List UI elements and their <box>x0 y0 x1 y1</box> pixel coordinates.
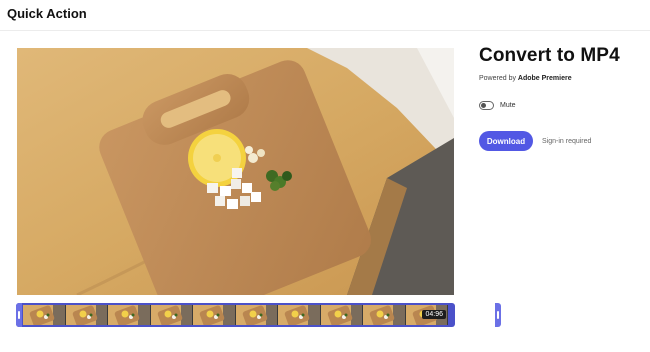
timeline-thumbnail <box>193 305 236 325</box>
powered-by: Powered by Adobe Premiere <box>479 75 644 82</box>
mute-row: Mute <box>479 101 516 110</box>
toggle-knob <box>481 103 486 108</box>
powered-by-prefix: Powered by <box>479 75 518 82</box>
timeline-thumbnail <box>23 305 66 325</box>
timeline-thumbnail <box>150 305 193 325</box>
timeline-thumbnail <box>108 305 151 325</box>
video-frame-image <box>17 48 454 295</box>
mute-toggle[interactable] <box>479 101 494 110</box>
download-row: Download Sign-in required <box>479 131 591 151</box>
timeline-frames <box>23 305 448 325</box>
trim-handle-right[interactable] <box>495 303 501 327</box>
panel-title: Convert to MP4 <box>479 45 620 66</box>
powered-by-brand: Adobe Premiere <box>517 75 572 82</box>
signin-note: Sign-in required <box>542 137 592 145</box>
trim-handle-left[interactable] <box>16 303 22 327</box>
video-timeline[interactable]: 04:96 <box>16 303 501 327</box>
timeline-thumbnail <box>363 305 406 325</box>
timeline-thumbnail <box>235 305 278 325</box>
download-button[interactable]: Download <box>479 131 533 151</box>
header-bar: Quick Action <box>0 0 650 31</box>
mute-label: Mute <box>500 102 516 109</box>
timeline-thumbnail <box>278 305 321 325</box>
app-title: Quick Action <box>7 6 87 21</box>
grip-icon <box>18 311 20 319</box>
video-preview[interactable] <box>17 48 454 295</box>
timeline-thumbnail <box>320 305 363 325</box>
grip-icon <box>497 311 499 319</box>
duration-badge: 04:96 <box>422 310 446 319</box>
timeline-thumbnail <box>65 305 108 325</box>
action-panel: Convert to MP4 Powered by Adobe Premiere… <box>479 45 644 151</box>
